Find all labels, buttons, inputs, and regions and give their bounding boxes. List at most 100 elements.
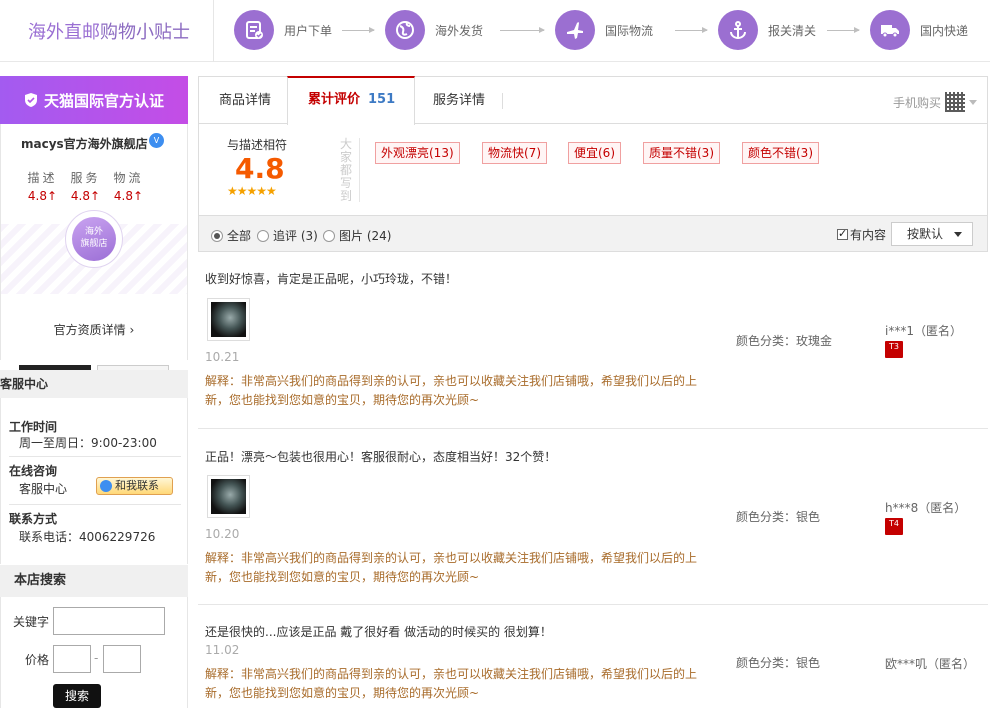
arrow-right-icon — [827, 27, 860, 33]
shop-search-title: 本店搜索 — [0, 565, 188, 597]
rating-label: 与描述相符 — [227, 138, 288, 152]
score-label-service: 服务 — [70, 171, 101, 185]
radio-icon — [323, 229, 335, 242]
price-label: 价格 — [25, 653, 50, 667]
arrow-right-icon — [675, 27, 708, 33]
shop-scores: 描述 服务 物流 4.8↑ 4.8↑ 4.8↑ — [21, 169, 171, 203]
review-item: 正品！漂亮～包装也很用心！客服很耐心，态度相当好！32个赞！ 10.20 解释：… — [198, 429, 988, 605]
divider — [213, 0, 214, 62]
filter-followup-radio[interactable]: 追评 (3) — [257, 227, 318, 244]
globe-icon — [385, 10, 425, 50]
impression-tag[interactable]: 便宜(6) — [568, 142, 621, 164]
arrow-up-icon: ↑ — [90, 189, 101, 203]
step-customs: 报关清关 — [718, 10, 816, 50]
rating-score: 4.8 — [235, 152, 285, 185]
score-label-logistics: 物流 — [113, 171, 144, 185]
impression-tag[interactable]: 外观漂亮(13) — [375, 142, 460, 164]
review-text: 还是很快的...应该是正品 戴了很好看 做活动的时候买的 很划算！ — [205, 625, 552, 639]
rating-summary: 与描述相符 4.8 ★★★★★ 大家都写到 外观漂亮(13) 物流快(7) 便宜… — [198, 124, 988, 216]
product-tabs: 商品详情 累计评价 151 服务详情 手机购买 — [198, 76, 988, 125]
sort-label: 按默认 — [907, 227, 944, 241]
checkbox-checked-icon — [837, 227, 848, 240]
review-sku: 颜色分类：银色 — [736, 656, 821, 670]
seller-reply: 解释：非常高兴我们的商品得到亲的认可，亲也可以收藏关注我们店铺哦，希望我们以后的… — [205, 551, 698, 584]
online-label: 客服中心 — [19, 482, 68, 496]
tab-reviews[interactable]: 累计评价 151 — [287, 76, 415, 125]
member-level-icon: T3 — [885, 341, 903, 358]
step-label: 国际物流 — [605, 23, 654, 38]
tips-title: 海外直邮购物小贴士 — [28, 18, 190, 44]
impression-tag[interactable]: 质量不错(3) — [643, 142, 720, 164]
shop-sidebar: 天猫国际官方认证 macys官方海外旗舰店 V 描述 服务 物流 4.8↑ 4.… — [0, 76, 188, 708]
tab-detail[interactable]: 商品详情 — [219, 77, 271, 125]
rating-stars: ★★★★★ — [227, 184, 277, 198]
tab-service[interactable]: 服务详情 — [433, 77, 485, 125]
arrow-up-icon: ↑ — [47, 189, 58, 203]
qualification-link[interactable]: 官方资质详情 › — [1, 321, 187, 338]
step-ship: 海外发货 — [385, 10, 483, 50]
step-label: 国内快递 — [920, 23, 969, 38]
score-logistics: 4.8↑ — [107, 189, 150, 203]
qualification-label: 官方资质详情 — [53, 323, 126, 337]
shop-search-panel: 关键字 价格 - 搜索 — [0, 597, 188, 708]
review-filter-bar: 全部 追评 (3) 图片 (24) 有内容 按默认 — [198, 216, 988, 252]
reviews-main: 商品详情 累计评价 151 服务详情 手机购买 与描述相符 4.8 ★★★★★ 大… — [198, 76, 988, 708]
shop-info: macys官方海外旗舰店 V 描述 服务 物流 4.8↑ 4.8↑ 4.8↑ 海… — [0, 124, 188, 391]
impression-tag[interactable]: 物流快(7) — [482, 142, 547, 164]
online-title: 在线咨询 — [9, 464, 58, 478]
sort-select[interactable]: 按默认 — [891, 222, 973, 246]
step-logistics: 国际物流 — [555, 10, 653, 50]
divider — [9, 456, 181, 457]
impression-tag[interactable]: 颜色不错(3) — [742, 142, 819, 164]
chevron-down-icon — [954, 232, 962, 237]
step-delivery: 国内快递 — [870, 10, 968, 50]
keyword-input[interactable] — [53, 607, 165, 635]
price-max-input[interactable] — [103, 645, 141, 673]
arrow-right-icon — [342, 27, 375, 33]
seal-inner: 海外 旗舰店 — [72, 217, 116, 261]
order-list-icon — [234, 10, 274, 50]
tips-title-highlight: 海外直邮 — [28, 22, 100, 43]
anchor-icon — [718, 10, 758, 50]
arrow-right-icon — [500, 27, 545, 33]
review-date: 10.20 — [205, 527, 240, 541]
seller-reply: 解释：非常高兴我们的商品得到亲的认可，亲也可以收藏关注我们店铺哦，希望我们以后的… — [205, 374, 698, 407]
review-date: 10.21 — [205, 350, 240, 364]
seller-reply: 解释：非常高兴我们的商品得到亲的认可，亲也可以收藏关注我们店铺哦，希望我们以后的… — [205, 667, 698, 700]
review-photo-image — [211, 479, 246, 514]
contact-me-button[interactable]: 和我联系 — [96, 477, 173, 495]
search-button[interactable]: 搜索 — [53, 684, 101, 708]
mobile-buy[interactable]: 手机购买 — [893, 92, 977, 112]
everyone-wrote-label: 大家都写到 — [340, 137, 353, 203]
review-item: 还是很快的...应该是正品 戴了很好看 做活动的时候买的 很划算！ 11.02 … — [198, 605, 988, 708]
chat-icon — [100, 480, 112, 492]
review-date: 11.02 — [205, 643, 240, 657]
reviewer-name: h***8（匿名） — [885, 501, 967, 515]
phone: 联系电话：4006229726 — [19, 530, 156, 544]
filter-all-label: 全部 — [227, 229, 252, 243]
tips-title-rest: 购物小贴士 — [100, 22, 190, 43]
filter-pictures-label: 图片 (24) — [339, 229, 392, 243]
has-content-checkbox[interactable]: 有内容 — [837, 226, 886, 243]
step-order: 用户下单 — [234, 10, 332, 50]
filter-pictures-radio[interactable]: 图片 (24) — [323, 227, 391, 244]
filter-all-radio[interactable]: 全部 — [211, 227, 251, 244]
score-value: 4.8 — [27, 189, 48, 203]
step-label: 用户下单 — [284, 23, 333, 38]
score-value: 4.8 — [70, 189, 91, 203]
price-min-input[interactable] — [53, 645, 91, 673]
score-label-desc: 描述 — [27, 171, 58, 185]
page: 海外直邮购物小贴士 用户下单 海外发货 国际物流 报关清关 国内快递 天猫国际官… — [0, 0, 990, 708]
divider — [9, 504, 181, 505]
review-sku: 颜色分类：银色 — [736, 510, 821, 524]
flagship-seal-logo: 海外 旗舰店 — [65, 210, 123, 268]
score-value: 4.8 — [113, 189, 134, 203]
review-photo[interactable] — [207, 298, 250, 341]
work-time-title: 工作时间 — [9, 420, 58, 434]
arrow-up-icon: ↑ — [133, 189, 144, 203]
review-photo[interactable] — [207, 475, 250, 518]
cert-label: 天猫国际官方认证 — [43, 91, 164, 110]
seal-text: 旗舰店 — [80, 239, 108, 249]
shop-name[interactable]: macys官方海外旗舰店 — [21, 135, 148, 152]
member-level-icon: T4 — [885, 518, 903, 535]
